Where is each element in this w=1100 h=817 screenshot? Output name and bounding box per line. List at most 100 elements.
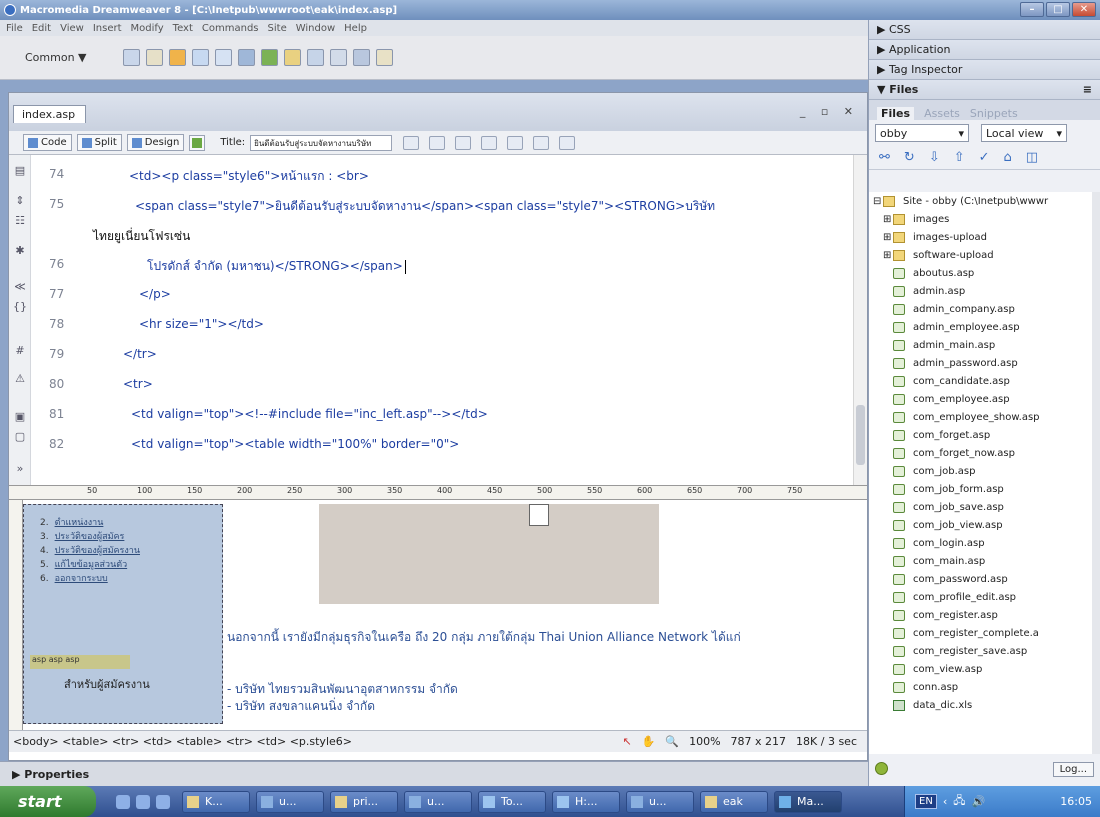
email-link-icon[interactable] [145, 49, 163, 66]
taskbar-item[interactable]: To... [478, 790, 546, 813]
tray-chevron-icon[interactable]: ‹ [943, 795, 947, 808]
media-icon[interactable] [156, 794, 170, 809]
tree-item[interactable]: com_job_form.asp [869, 480, 1093, 498]
tree-item[interactable]: admin_password.asp [869, 354, 1093, 372]
tree-item[interactable]: ⊟ Site - obby (C:\Inetpub\wwwr [869, 192, 1093, 210]
put-files-icon[interactable]: ⇧ [954, 150, 965, 165]
check-out-icon[interactable]: ✓ [979, 150, 990, 165]
line-numbers-icon[interactable]: # [13, 345, 27, 357]
tree-item[interactable]: ⊞ software-upload [869, 246, 1093, 264]
site-select[interactable]: obby ▾ [875, 124, 969, 142]
tree-item[interactable]: ⊞ images [869, 210, 1093, 228]
file-management-icon[interactable] [455, 135, 472, 150]
select-tool-icon[interactable]: ↖ [622, 735, 631, 748]
tree-item[interactable]: com_register_save.asp [869, 642, 1093, 660]
tree-item[interactable]: com_register.asp [869, 606, 1093, 624]
check-browser-icon[interactable] [429, 135, 446, 150]
tab-assets[interactable]: Assets [924, 107, 960, 120]
design-view-button[interactable]: Design [126, 134, 185, 151]
more-icon[interactable]: » [13, 463, 27, 475]
tree-item[interactable]: com_forget.asp [869, 426, 1093, 444]
tab-files[interactable]: Files [877, 107, 915, 120]
document-window-controls[interactable]: _ ▫ ✕ [800, 105, 859, 118]
menu-insert[interactable]: Insert [93, 23, 122, 34]
panel-options-icon[interactable]: ≡ [1083, 83, 1092, 96]
comment-icon[interactable] [329, 49, 347, 66]
tree-item[interactable]: aboutus.asp [869, 264, 1093, 282]
hand-tool-icon[interactable]: ✋ [642, 735, 656, 748]
zoom-level[interactable]: 100% [689, 735, 720, 748]
log-button[interactable]: Log... [1052, 762, 1094, 777]
taskbar-item[interactable]: u... [404, 790, 472, 813]
tab-snippets[interactable]: Snippets [970, 107, 1018, 120]
zoom-tool-icon[interactable]: 🔍 [665, 735, 679, 748]
tree-item[interactable]: com_password.asp [869, 570, 1093, 588]
tag-inspector-panel-header[interactable]: ▶ Tag Inspector [869, 60, 1100, 80]
volume-icon[interactable]: 🔊 [971, 795, 985, 808]
insert-category-select[interactable]: Common ▼ [25, 51, 87, 64]
tree-item[interactable]: com_job.asp [869, 462, 1093, 480]
expand-icon[interactable]: ◫ [1026, 150, 1038, 165]
banner-image-placeholder[interactable] [319, 504, 659, 604]
start-button[interactable]: start [0, 786, 96, 817]
apply-comment-icon[interactable]: ▣ [13, 411, 27, 423]
server-side-include-icon[interactable] [306, 49, 324, 66]
taskbar-item[interactable]: u... [256, 790, 324, 813]
refresh-icon[interactable]: ↻ [904, 150, 915, 165]
menu-file[interactable]: File [6, 23, 23, 34]
document-title-input[interactable]: ยินดีต้อนรับสู่ระบบจัดหางานบริษัท [250, 134, 393, 151]
check-in-icon[interactable]: ⌂ [1004, 150, 1012, 165]
design-view[interactable]: 2. ตำแหน่งงาน 3. ประวัติของผู้สมัคร 4. ประว… [9, 500, 867, 730]
firefox-icon[interactable] [136, 794, 150, 809]
collapse-tag-icon[interactable]: ⇕ [13, 195, 27, 207]
validate-icon[interactable] [403, 135, 420, 150]
window-size[interactable]: 787 x 217 [731, 735, 787, 748]
properties-panel[interactable]: ▶ Properties [0, 761, 868, 786]
taskbar-item[interactable]: K... [182, 790, 250, 813]
templates-icon[interactable] [352, 49, 370, 66]
menu-view[interactable]: View [60, 23, 84, 34]
tree-item[interactable]: com_login.asp [869, 534, 1093, 552]
maximize-button[interactable]: □ [1046, 2, 1070, 17]
tree-item[interactable]: com_main.asp [869, 552, 1093, 570]
hyperlink-icon[interactable] [122, 49, 140, 66]
balance-braces-icon[interactable]: {} [13, 301, 27, 313]
tag-selector[interactable]: <body> <table> <tr> <td> <table> <tr> <t… [13, 735, 622, 748]
tree-item[interactable]: com_employee_show.asp [869, 408, 1093, 426]
menu-edit[interactable]: Edit [32, 23, 51, 34]
menu-window[interactable]: Window [296, 23, 335, 34]
menu-site[interactable]: Site [268, 23, 287, 34]
view-options-icon[interactable] [533, 135, 550, 150]
media-icon[interactable] [260, 49, 278, 66]
tree-item[interactable]: com_job_save.asp [869, 498, 1093, 516]
taskbar-item[interactable]: pri... [330, 790, 398, 813]
document-tab[interactable]: index.asp [13, 105, 87, 123]
list-item[interactable]: 3. ประวัติของผู้สมัคร [40, 529, 140, 543]
css-panel-header[interactable]: ▶ CSS [869, 20, 1100, 40]
date-icon[interactable] [283, 49, 301, 66]
tree-item[interactable]: com_employee.asp [869, 390, 1093, 408]
file-tree-scrollbar[interactable] [1092, 192, 1100, 754]
tree-item[interactable]: admin_company.asp [869, 300, 1093, 318]
split-view-button[interactable]: Split [76, 134, 122, 151]
list-item[interactable]: 6. ออกจากระบบ [40, 571, 140, 585]
taskbar-item[interactable]: u... [626, 790, 694, 813]
list-item[interactable]: 2. ตำแหน่งงาน [40, 515, 140, 529]
application-panel-header[interactable]: ▶ Application [869, 40, 1100, 60]
get-files-icon[interactable]: ⇩ [929, 150, 940, 165]
list-item[interactable]: 5. แก้ไขข้อมูลส่วนตัว [40, 557, 140, 571]
language-indicator[interactable]: EN [915, 794, 937, 809]
layer-icon[interactable] [214, 49, 232, 66]
list-item[interactable]: 4. ประวัติของผู้สมัครงาน [40, 543, 140, 557]
highlight-invalid-icon[interactable]: ⚠ [13, 373, 27, 385]
tree-item[interactable]: admin_main.asp [869, 336, 1093, 354]
minimize-button[interactable]: – [1020, 2, 1044, 17]
remove-comment-icon[interactable]: ▢ [13, 431, 27, 443]
tree-item[interactable]: ⊞ images-upload [869, 228, 1093, 246]
tree-item[interactable]: data_dic.xls [869, 696, 1093, 714]
menu-help[interactable]: Help [344, 23, 367, 34]
visual-aids-icon[interactable] [559, 135, 576, 150]
tree-item[interactable]: admin.asp [869, 282, 1093, 300]
taskbar-item[interactable]: H:... [552, 790, 620, 813]
expand-all-icon[interactable]: ✱ [13, 245, 27, 257]
